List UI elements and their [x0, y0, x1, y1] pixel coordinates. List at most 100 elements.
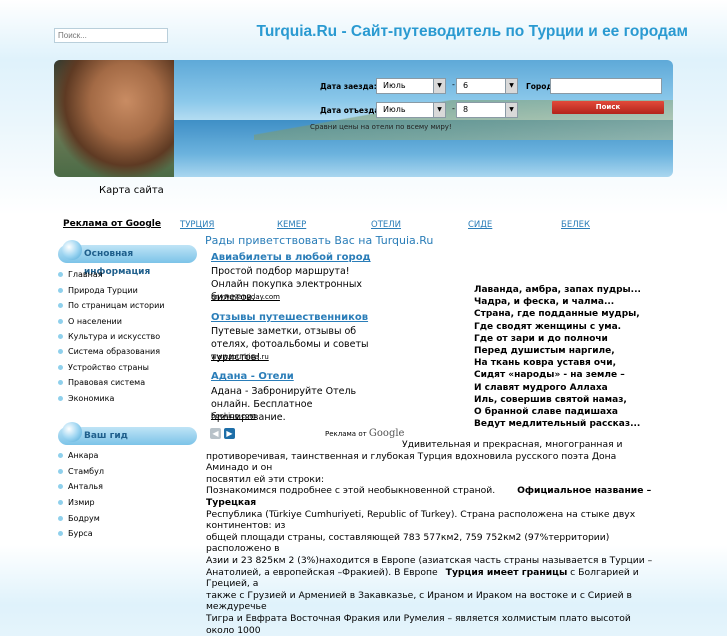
article-line: общей площади страны, составляющей 783 5…: [206, 531, 610, 555]
sidebar-item-culture[interactable]: Культура и искусство: [58, 332, 160, 341]
sidebar-item-education[interactable]: Система образования: [58, 347, 160, 356]
poem-line: Где сводят женщины с ума.: [474, 321, 622, 332]
bullet-icon: [58, 365, 63, 370]
sidebar-item-antalya[interactable]: Анталья: [58, 482, 103, 491]
sidebar-item-label: Устройство страны: [68, 363, 149, 372]
sidebar-item-label: Бодрум: [68, 514, 100, 523]
poem-line: Иль, совершив святой намаз,: [474, 394, 627, 405]
sidebar-item-nature[interactable]: Природа Турции: [58, 286, 138, 295]
sidebar-item-label: Измир: [68, 498, 95, 507]
ad-prev-button[interactable]: ◀: [210, 428, 221, 439]
nav-link-kemer[interactable]: КЕМЕР: [277, 220, 306, 230]
sidebar-item-economy[interactable]: Экономика: [58, 394, 114, 403]
arrival-label: Дата заезда:: [320, 82, 377, 91]
sidebar-item-istanbul[interactable]: Стамбул: [58, 467, 104, 476]
ad-url[interactable]: booking.com: [211, 412, 256, 420]
bullet-icon: [58, 319, 63, 324]
google-logo: Google: [368, 428, 405, 439]
date-separator: -: [452, 104, 455, 113]
bubble-icon: [62, 422, 82, 442]
ad-url[interactable]: anywayanyday.com: [211, 293, 280, 301]
article-sentence: Анатолией, а европейская –Фракией). В Ев…: [206, 566, 438, 578]
bullet-icon: [58, 349, 63, 354]
sidebar-item-bursa[interactable]: Бурса: [58, 529, 93, 538]
article-line: Анатолией, а европейская –Фракией). В Ев…: [206, 567, 658, 590]
bullet-icon: [58, 453, 63, 458]
bubble-icon: [62, 240, 82, 260]
sidebar-item-label: По страницам истории: [68, 301, 165, 310]
bullet-icon: [58, 396, 63, 401]
portrait-image: [54, 60, 174, 177]
city-label: Город: [526, 82, 553, 91]
article-line: посвятил ей эти строки:: [206, 473, 325, 485]
departure-month-select[interactable]: Июль ▼: [376, 102, 446, 118]
poem-line: Перед душистым наргиле,: [474, 346, 615, 357]
bullet-icon: [58, 288, 63, 293]
arrival-month-value: Июль: [383, 81, 406, 90]
sidebar-header-main: Основная информация: [58, 240, 197, 277]
sidebar-item-izmir[interactable]: Измир: [58, 498, 95, 507]
poem-line: Сидят «народы» - на земле –: [474, 370, 625, 381]
bullet-icon: [58, 516, 63, 521]
departure-month-value: Июль: [383, 105, 406, 114]
ads-by-google-link[interactable]: Реклама от Google: [63, 219, 161, 229]
bullet-icon: [58, 531, 63, 536]
ad-url[interactable]: www.tourbina.ru: [211, 353, 269, 361]
ad-title[interactable]: Адана - Отели: [211, 371, 294, 382]
ad-title[interactable]: Авиабилеты в любой город: [211, 252, 371, 263]
sidebar-item-law[interactable]: Правовая система: [58, 378, 145, 387]
sidebar-item-government[interactable]: Устройство страны: [58, 363, 149, 372]
search-input[interactable]: [54, 28, 168, 43]
departure-day-select[interactable]: 8 ▼: [456, 102, 518, 118]
article-line: Удивительная и прекрасная, многогранная …: [402, 439, 623, 450]
hotel-search-form: Дата заезда: Дата отъезда: Июль ▼ - 6 ▼ Ию…: [310, 70, 664, 140]
departure-day-value: 8: [463, 105, 469, 114]
nav-link-belek[interactable]: БЕЛЕК: [561, 220, 590, 230]
sidebar-item-ankara[interactable]: Анкара: [58, 451, 98, 460]
nav-link-turkey[interactable]: ТУРЦИЯ: [180, 220, 214, 230]
poem-line: На ткань ковра уставя очи,: [474, 358, 617, 369]
bullet-icon: [58, 484, 63, 489]
poem-line: И славят мудрого Аллаха: [474, 382, 608, 393]
departure-label: Дата отъезда:: [320, 106, 383, 115]
ad-next-button[interactable]: ▶: [224, 428, 235, 439]
sidebar-header-guide: Ваш гид: [58, 422, 197, 445]
sidebar-item-bodrum[interactable]: Бодрум: [58, 514, 100, 523]
sidebar-item-label: Экономика: [68, 394, 115, 403]
sidebar-item-history[interactable]: По страницам истории: [58, 301, 164, 310]
sidebar-item-label: Бурса: [68, 529, 93, 538]
poem-line: Лаванда, амбра, запах пудры...: [474, 285, 641, 295]
sidebar-item-label: Главная: [68, 270, 103, 279]
poem-line: Чадра, и феска, и чалма...: [474, 297, 615, 308]
chevron-down-icon: ▼: [433, 103, 445, 117]
arrival-month-select[interactable]: Июль ▼: [376, 78, 446, 94]
chevron-down-icon: ▼: [433, 79, 445, 93]
arrival-day-select[interactable]: 6 ▼: [456, 78, 518, 94]
city-input[interactable]: [550, 78, 662, 94]
bullet-icon: [58, 380, 63, 385]
article-line: Тигра и Евфрата Восточная Фракия или Рум…: [206, 612, 631, 636]
sidebar-item-label: Анкара: [68, 451, 99, 460]
article-text: Удивительная и прекрасная, многогранная …: [206, 439, 658, 636]
sidebar-item-label: Система образования: [68, 347, 161, 356]
ad-title[interactable]: Отзывы путешественников: [211, 312, 368, 323]
compare-prices-link[interactable]: Сравни цены на отели по всему миру!: [310, 123, 452, 131]
sidebar-header-label: Ваш гид: [84, 431, 128, 441]
bullet-icon: [58, 272, 63, 277]
poem-line: Страна, где подданные мудры,: [474, 309, 640, 320]
date-separator: -: [452, 80, 455, 89]
poem-line: Ведут медлительный рассказ...: [474, 419, 641, 430]
nav-link-side[interactable]: СИДЕ: [468, 220, 492, 230]
sidebar-item-home[interactable]: Главная: [58, 270, 103, 279]
article-line: Познакомимся подробнее с этой необыкнове…: [206, 485, 658, 508]
poem-line: О бранной славе падишаха: [474, 407, 618, 418]
nav-link-hotels[interactable]: ОТЕЛИ: [371, 220, 401, 230]
sitemap-link[interactable]: Карта сайта: [99, 185, 164, 196]
article-line: также с Грузией и Арменией в Закавказье,…: [206, 589, 632, 613]
search-button[interactable]: Поиск: [552, 101, 664, 114]
poem: Лаванда, амбра, запах пудры... Чадра, и …: [474, 284, 641, 430]
bullet-icon: [58, 334, 63, 339]
sidebar-item-population[interactable]: О населении: [58, 317, 122, 326]
article-line: Республика (Türkiye Cumhuriyeti, Republi…: [206, 508, 636, 532]
ads-by-google-2[interactable]: Реклама от Google: [325, 428, 404, 439]
